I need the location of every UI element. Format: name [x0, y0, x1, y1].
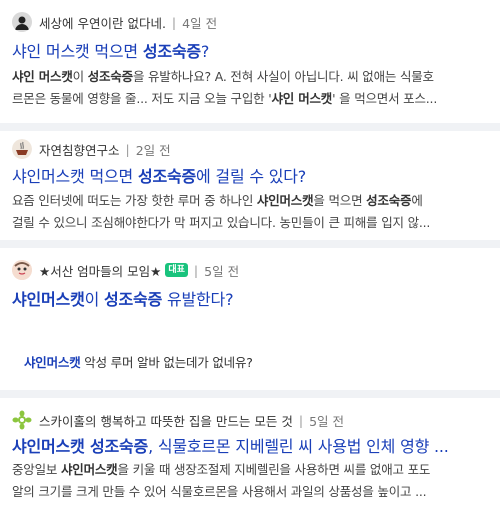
snippet-text: 걸릴 수 있으니 조심해야한다가 막 퍼지고 있습니다. 농민들이 큰 피해를 …	[12, 215, 431, 230]
post-meta: 세상에 우연이란 없다네. | 4일 전	[12, 12, 488, 32]
snippet-text: 중앙일보	[12, 462, 61, 477]
post-snippet[interactable]: 요즘 인터넷에 떠도는 가장 핫한 루머 중 하나인 샤인머스캣을 먹으면 성조…	[12, 190, 488, 234]
post-meta: ★서산 엄마들의 모임★ 대표 | 5일 전	[12, 260, 488, 280]
title-text: 에 걸릴 수 있다?	[196, 167, 307, 186]
post-title-link[interactable]: 샤인 머스캣 먹으면 성조숙증?	[12, 41, 488, 63]
title-highlight: 성조숙증	[104, 290, 163, 309]
question-highlight: 샤인머스캣	[24, 355, 81, 370]
post-snippet[interactable]: 샤인 머스캣이 성조숙증을 유발하나요? A. 전혀 사실이 아닙니다. 씨 없…	[12, 66, 488, 110]
title-text: 유발한다?	[162, 290, 234, 309]
snippet-text: 을 유발하나요? A. 전혀 사실이 아닙니다. 씨 없애는 식물호	[132, 69, 434, 84]
post-card: ★서산 엄마들의 모임★ 대표 | 5일 전 샤인머스캣이 성조숙증 유발한다?…	[0, 248, 500, 398]
post-card: 스카이홀의 행복하고 따뜻한 집을 만드는 모든 것 | 5일 전 샤인머스캣 …	[0, 398, 500, 511]
snippet-text: 르몬은 동물에 영향을 줄... 저도 지금 오늘 구입한 '	[12, 91, 272, 106]
snippet-text: 에	[411, 193, 423, 208]
separator: |	[298, 412, 304, 428]
incense-bowl-icon[interactable]	[12, 139, 32, 159]
user-silhouette-icon[interactable]	[12, 12, 32, 32]
title-text: 이	[84, 290, 105, 309]
separator: |	[171, 14, 177, 30]
snippet-text: 을 키울 때 생장조절제 지베렐린을 사용하면 씨를 없애고 포도	[117, 462, 431, 477]
related-question[interactable]: 샤인머스캣 악성 루머 알바 없는데가 없네유?	[12, 352, 488, 371]
snippet-text: ' 을 먹으면서 포스...	[332, 91, 438, 106]
question-text: 악성 루머 알바 없는데가 없네유?	[80, 355, 253, 370]
post-title-link[interactable]: 샤인머스캣 성조숙증, 식물호르몬 지베렐린 씨 사용법 인체 영향 ...	[12, 436, 488, 458]
title-text: , 식물호르몬 지베렐린 씨 사용법 인체 영향 ...	[148, 437, 449, 456]
separator: |	[193, 262, 199, 278]
title-highlight: 샤인머스캣	[12, 290, 85, 309]
separator: |	[125, 141, 130, 157]
post-meta: 스카이홀의 행복하고 따뜻한 집을 만드는 모든 것 | 5일 전	[12, 410, 488, 430]
representative-badge: 대표	[165, 263, 188, 277]
title-highlight: 성조숙증	[137, 167, 197, 186]
post-card: 자연침향연구소 | 2일 전 샤인머스캣 먹으면 성조숙증에 걸릴 수 있다? …	[0, 131, 500, 248]
post-time: 2일 전	[135, 142, 171, 158]
snippet-text: 알의 크기를 크게 만들 수 있어 식물호르몬을 사용해서 과일의 상품성을 높…	[12, 484, 427, 499]
post-title-link[interactable]: 샤인머스캣이 성조숙증 유발한다?	[12, 289, 488, 311]
snippet-text: 요즘 인터넷에 떠도는 가장 핫한 루머 중 하나인	[12, 193, 257, 208]
author-name[interactable]: ★서산 엄마들의 모임★	[39, 261, 161, 280]
snippet-highlight: 샤인 머스캣	[271, 91, 333, 106]
green-leaf-icon[interactable]	[12, 410, 32, 430]
title-text: 샤인 머스캣 먹으면	[12, 42, 143, 61]
search-results-feed: 세상에 우연이란 없다네. | 4일 전 샤인 머스캣 먹으면 성조숙증? 샤인…	[0, 0, 500, 511]
title-highlight: 샤인머스캣 성조숙증	[12, 437, 149, 456]
post-title-link[interactable]: 샤인머스캣 먹으면 성조숙증에 걸릴 수 있다?	[12, 166, 488, 188]
snippet-highlight: 성조숙증	[87, 69, 133, 84]
post-meta: 자연침향연구소 | 2일 전	[12, 139, 488, 159]
title-highlight: 성조숙증	[142, 42, 201, 61]
post-snippet[interactable]: 중앙일보 샤인머스캣을 키울 때 생장조절제 지베렐린을 사용하면 씨를 없애고…	[12, 459, 488, 503]
author-name[interactable]: 자연침향연구소	[39, 140, 120, 159]
snippet-highlight: 샤인머스캣	[256, 193, 314, 208]
snippet-text: 이	[72, 69, 88, 84]
post-time: 5일 전	[309, 413, 344, 429]
snippet-highlight: 샤인머스캣	[60, 462, 118, 477]
post-time: 4일 전	[182, 15, 218, 31]
cartoon-face-icon[interactable]	[12, 260, 32, 280]
snippet-text: 을 먹으면	[313, 193, 367, 208]
author-name[interactable]: 세상에 우연이란 없다네.	[39, 13, 166, 32]
title-text: ?	[200, 42, 210, 61]
snippet-highlight: 성조숙증	[366, 193, 412, 208]
title-text: 샤인머스캣 먹으면	[12, 167, 138, 186]
post-card: 세상에 우연이란 없다네. | 4일 전 샤인 머스캣 먹으면 성조숙증? 샤인…	[0, 0, 500, 131]
post-time: 5일 전	[204, 263, 240, 279]
snippet-highlight: 샤인 머스캣	[12, 69, 73, 84]
author-name[interactable]: 스카이홀의 행복하고 따뜻한 집을 만드는 모든 것	[39, 411, 293, 430]
